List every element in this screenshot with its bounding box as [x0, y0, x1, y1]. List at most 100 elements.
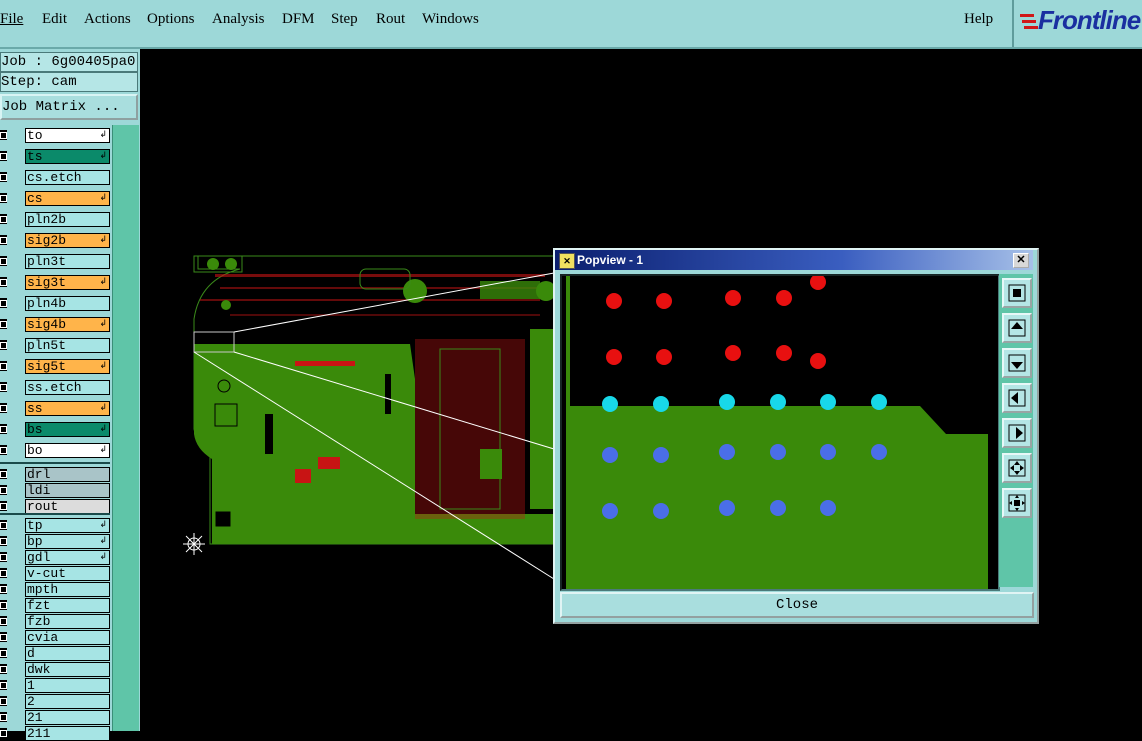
layer-checkbox[interactable]	[0, 319, 7, 329]
layer-name[interactable]: cvia	[25, 630, 110, 645]
layer-checkbox[interactable]	[0, 568, 7, 578]
layer-name[interactable]: ss	[25, 401, 110, 416]
layer-checkbox[interactable]	[0, 536, 7, 546]
layer-checkbox[interactable]	[0, 298, 7, 308]
layer-row-sig5t[interactable]: sig5t ↲	[0, 359, 110, 374]
layer-checkbox[interactable]	[0, 193, 7, 203]
popview-window[interactable]: ✕ Popview - 1 ✕ Close	[553, 248, 1039, 624]
layer-name[interactable]: 1	[25, 678, 110, 693]
zoom-in-button[interactable]	[1002, 453, 1032, 483]
layer-name[interactable]: ldi	[25, 483, 110, 498]
layer-name[interactable]: fzb	[25, 614, 110, 629]
layer-name[interactable]: bo	[25, 443, 110, 458]
layer-name[interactable]: cs.etch	[25, 170, 110, 185]
layer-row-pln5t[interactable]: pln5t	[0, 338, 110, 353]
layer-row-cs.etch[interactable]: cs.etch	[0, 170, 110, 185]
layer-name[interactable]: rout	[25, 499, 110, 514]
popview-zoom-view[interactable]	[560, 274, 1000, 591]
layer-row-bp[interactable]: bp ↲	[0, 534, 110, 549]
layer-row-2[interactable]: 2	[0, 694, 110, 709]
layer-checkbox[interactable]	[0, 151, 7, 161]
menu-help[interactable]: Help	[964, 11, 993, 28]
layer-name[interactable]: to	[25, 128, 110, 143]
layer-row-pln4b[interactable]: pln4b	[0, 296, 110, 311]
layer-checkbox[interactable]	[0, 172, 7, 182]
layer-row-gdl[interactable]: gdl ↲	[0, 550, 110, 565]
close-icon[interactable]: ✕	[1013, 253, 1029, 268]
layer-name[interactable]: fzt	[25, 598, 110, 613]
job-matrix-button[interactable]: Job Matrix ...	[0, 94, 138, 120]
layer-row-rout[interactable]: rout	[0, 499, 110, 514]
layer-checkbox[interactable]	[0, 664, 7, 674]
layer-name[interactable]: cs	[25, 191, 110, 206]
layer-checkbox[interactable]	[0, 632, 7, 642]
layer-name[interactable]: 2	[25, 694, 110, 709]
layer-name[interactable]: gdl	[25, 550, 110, 565]
layer-checkbox[interactable]	[0, 501, 7, 511]
layer-checkbox[interactable]	[0, 361, 7, 371]
pan-down-button[interactable]	[1002, 348, 1032, 378]
menu-rout[interactable]: Rout	[376, 11, 405, 28]
layer-row-tp[interactable]: tp ↲	[0, 518, 110, 533]
layer-checkbox[interactable]	[0, 485, 7, 495]
menu-analysis[interactable]: Analysis	[212, 11, 265, 28]
layer-checkbox[interactable]	[0, 340, 7, 350]
layer-name[interactable]: v-cut	[25, 566, 110, 581]
layer-row-d[interactable]: d	[0, 646, 110, 661]
layer-checkbox[interactable]	[0, 403, 7, 413]
layer-name[interactable]: pln3t	[25, 254, 110, 269]
layer-row-ss.etch[interactable]: ss.etch	[0, 380, 110, 395]
layer-name[interactable]: ts	[25, 149, 110, 164]
menu-options[interactable]: Options	[147, 11, 195, 28]
layer-checkbox[interactable]	[0, 712, 7, 722]
popview-titlebar[interactable]: ✕ Popview - 1 ✕	[555, 250, 1033, 270]
layer-row-fzb[interactable]: fzb	[0, 614, 110, 629]
layer-name[interactable]: bp	[25, 534, 110, 549]
layer-name[interactable]: sig5t	[25, 359, 110, 374]
menu-file[interactable]: File	[0, 11, 23, 28]
layer-name[interactable]: pln5t	[25, 338, 110, 353]
layer-name[interactable]: sig2b	[25, 233, 110, 248]
layer-name[interactable]: sig3t	[25, 275, 110, 290]
layer-checkbox[interactable]	[0, 552, 7, 562]
layer-checkbox[interactable]	[0, 130, 7, 140]
layer-row-ts[interactable]: ts ↲	[0, 149, 110, 164]
layer-row-21[interactable]: 21	[0, 710, 110, 725]
layer-name[interactable]: dwk	[25, 662, 110, 677]
layer-name[interactable]: bs	[25, 422, 110, 437]
layer-scrollbar[interactable]	[112, 125, 139, 731]
layer-checkbox[interactable]	[0, 728, 7, 738]
layer-checkbox[interactable]	[0, 469, 7, 479]
layer-checkbox[interactable]	[0, 214, 7, 224]
menu-dfm[interactable]: DFM	[282, 11, 315, 28]
zoom-fit-button[interactable]	[1002, 488, 1032, 518]
layer-row-drl[interactable]: drl	[0, 467, 110, 482]
layer-name[interactable]: tp	[25, 518, 110, 533]
layer-checkbox[interactable]	[0, 424, 7, 434]
layer-row-cs[interactable]: cs ↲	[0, 191, 110, 206]
layer-row-sig3t[interactable]: sig3t ↲	[0, 275, 110, 290]
layer-row-sig2b[interactable]: sig2b ↲	[0, 233, 110, 248]
layer-row-bo[interactable]: bo ↲	[0, 443, 110, 458]
layer-checkbox[interactable]	[0, 680, 7, 690]
layer-name[interactable]: pln2b	[25, 212, 110, 227]
pan-up-button[interactable]	[1002, 313, 1032, 343]
layer-checkbox[interactable]	[0, 600, 7, 610]
layer-row-ldi[interactable]: ldi	[0, 483, 110, 498]
layer-row-bs[interactable]: bs ↲	[0, 422, 110, 437]
layer-checkbox[interactable]	[0, 256, 7, 266]
layer-checkbox[interactable]	[0, 616, 7, 626]
layer-name[interactable]: d	[25, 646, 110, 661]
layer-row-mpth[interactable]: mpth	[0, 582, 110, 597]
layer-row-211[interactable]: 211	[0, 726, 110, 741]
layer-checkbox[interactable]	[0, 696, 7, 706]
layer-row-pln3t[interactable]: pln3t	[0, 254, 110, 269]
pan-right-button[interactable]	[1002, 418, 1032, 448]
layer-checkbox[interactable]	[0, 445, 7, 455]
layer-name[interactable]: drl	[25, 467, 110, 482]
layer-checkbox[interactable]	[0, 648, 7, 658]
layer-checkbox[interactable]	[0, 235, 7, 245]
layer-row-ss[interactable]: ss ↲	[0, 401, 110, 416]
layer-checkbox[interactable]	[0, 277, 7, 287]
layer-checkbox[interactable]	[0, 520, 7, 530]
